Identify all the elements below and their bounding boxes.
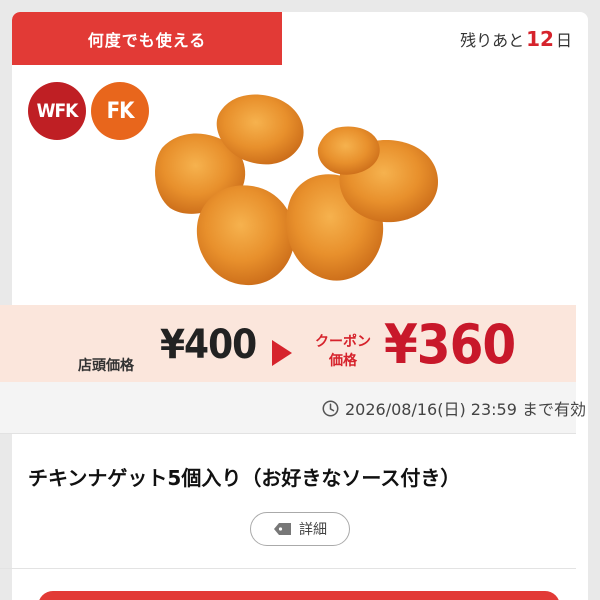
chicken-nuggets-image [155, 94, 438, 286]
days-left-prefix: 残りあと [460, 30, 525, 50]
expiry-info: 2026/08/16(日) 23:59 まで有効 [322, 396, 586, 420]
clock-icon [322, 400, 339, 416]
days-left-suffix: 日 [555, 30, 572, 50]
days-left: 残りあと 12 日 [460, 12, 572, 65]
tag-icon [274, 523, 291, 535]
wfk-badge: WFK [28, 82, 86, 140]
use-coupon-button[interactable] [38, 591, 560, 600]
nugget-piece [196, 185, 295, 286]
coupon-header: 何度でも使える 残りあと 12 日 [12, 12, 588, 65]
expiry-text: 2026/08/16(日) 23:59 まで有効 [345, 400, 586, 419]
usage-tag: 何度でも使える [12, 12, 282, 65]
coupon-price-label: クーポン 価格 [315, 334, 371, 369]
divider [0, 568, 576, 569]
store-price: ¥400 [160, 322, 257, 368]
days-left-number: 12 [526, 26, 554, 51]
triangle-right-icon [272, 340, 292, 366]
detail-button[interactable]: 詳細 [250, 512, 350, 546]
coupon-price: ¥360 [384, 313, 516, 376]
detail-button-label: 詳細 [299, 522, 327, 538]
product-title: チキンナゲット5個入り（お好きなソース付き） [28, 466, 461, 490]
store-price-label: 店頭価格 [78, 358, 134, 374]
